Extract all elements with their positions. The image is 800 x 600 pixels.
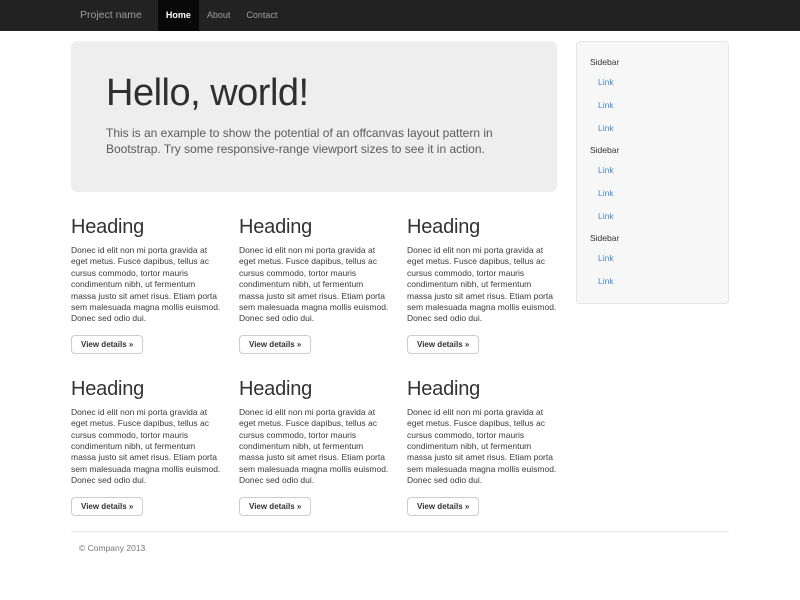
jumbotron-text: This is an example to show the potential… (106, 125, 504, 157)
feature-card: Heading Donec id elit non mi porta gravi… (71, 192, 221, 354)
page-container: Hello, world! This is an example to show… (71, 31, 729, 553)
card-body-text: Donec id elit non mi porta gravida at eg… (239, 245, 389, 325)
sidebar-link[interactable]: Link (577, 70, 728, 93)
brand-link[interactable]: Project name (71, 0, 152, 31)
view-details-button[interactable]: View details » (407, 335, 479, 354)
view-details-button[interactable]: View details » (239, 497, 311, 516)
view-details-button[interactable]: View details » (239, 335, 311, 354)
card-body-text: Donec id elit non mi porta gravida at eg… (239, 407, 389, 487)
feature-card: Heading Donec id elit non mi porta gravi… (71, 354, 221, 516)
sidebar-group-heading: Sidebar (577, 139, 728, 158)
feature-card: Heading Donec id elit non mi porta gravi… (239, 192, 389, 354)
card-heading: Heading (407, 378, 557, 401)
sidebar-link[interactable]: Link (577, 93, 728, 116)
feature-card: Heading Donec id elit non mi porta gravi… (407, 192, 557, 354)
nav-item-about[interactable]: About (199, 0, 239, 31)
card-heading: Heading (71, 216, 221, 239)
sidebar-group-heading: Sidebar (577, 227, 728, 246)
sidebar-link[interactable]: Link (577, 246, 728, 269)
nav-item-home[interactable]: Home (158, 0, 199, 31)
navbar-container: Project name Home About Contact (71, 0, 729, 31)
sidebar-panel: Sidebar Link Link Link Sidebar Link Link… (576, 41, 729, 304)
card-heading: Heading (407, 216, 557, 239)
navbar-menu: Home About Contact (158, 0, 286, 31)
top-navbar: Project name Home About Contact (0, 0, 800, 31)
card-body-text: Donec id elit non mi porta gravida at eg… (407, 245, 557, 325)
feature-card: Heading Donec id elit non mi porta gravi… (407, 354, 557, 516)
card-body-text: Donec id elit non mi porta gravida at eg… (407, 407, 557, 487)
card-body-text: Donec id elit non mi porta gravida at eg… (71, 245, 221, 325)
sidebar-link[interactable]: Link (577, 181, 728, 204)
view-details-button[interactable]: View details » (407, 497, 479, 516)
card-body-text: Donec id elit non mi porta gravida at eg… (71, 407, 221, 487)
card-heading: Heading (71, 378, 221, 401)
page-footer: © Company 2013 (71, 531, 729, 553)
sidebar-link[interactable]: Link (577, 269, 728, 292)
cards-row-1: Heading Donec id elit non mi porta gravi… (71, 192, 557, 354)
jumbotron: Hello, world! This is an example to show… (71, 41, 557, 192)
view-details-button[interactable]: View details » (71, 335, 143, 354)
sidebar-link[interactable]: Link (577, 204, 728, 227)
page-title: Hello, world! (106, 74, 522, 114)
nav-link-about[interactable]: About (199, 0, 239, 31)
view-details-button[interactable]: View details » (71, 497, 143, 516)
sidebar-link[interactable]: Link (577, 116, 728, 139)
sidebar-link[interactable]: Link (577, 158, 728, 181)
sidebar: Sidebar Link Link Link Sidebar Link Link… (576, 31, 729, 304)
nav-item-contact[interactable]: Contact (238, 0, 285, 31)
copyright-text: © Company 2013 (79, 543, 729, 553)
main-content: Hello, world! This is an example to show… (71, 31, 557, 516)
feature-card: Heading Donec id elit non mi porta gravi… (239, 354, 389, 516)
card-heading: Heading (239, 216, 389, 239)
cards-row-2: Heading Donec id elit non mi porta gravi… (71, 354, 557, 516)
card-heading: Heading (239, 378, 389, 401)
content-row: Hello, world! This is an example to show… (71, 31, 729, 516)
nav-link-home[interactable]: Home (158, 0, 199, 31)
nav-link-contact[interactable]: Contact (238, 0, 285, 31)
footer-divider (71, 531, 729, 532)
sidebar-group-heading: Sidebar (577, 51, 728, 70)
